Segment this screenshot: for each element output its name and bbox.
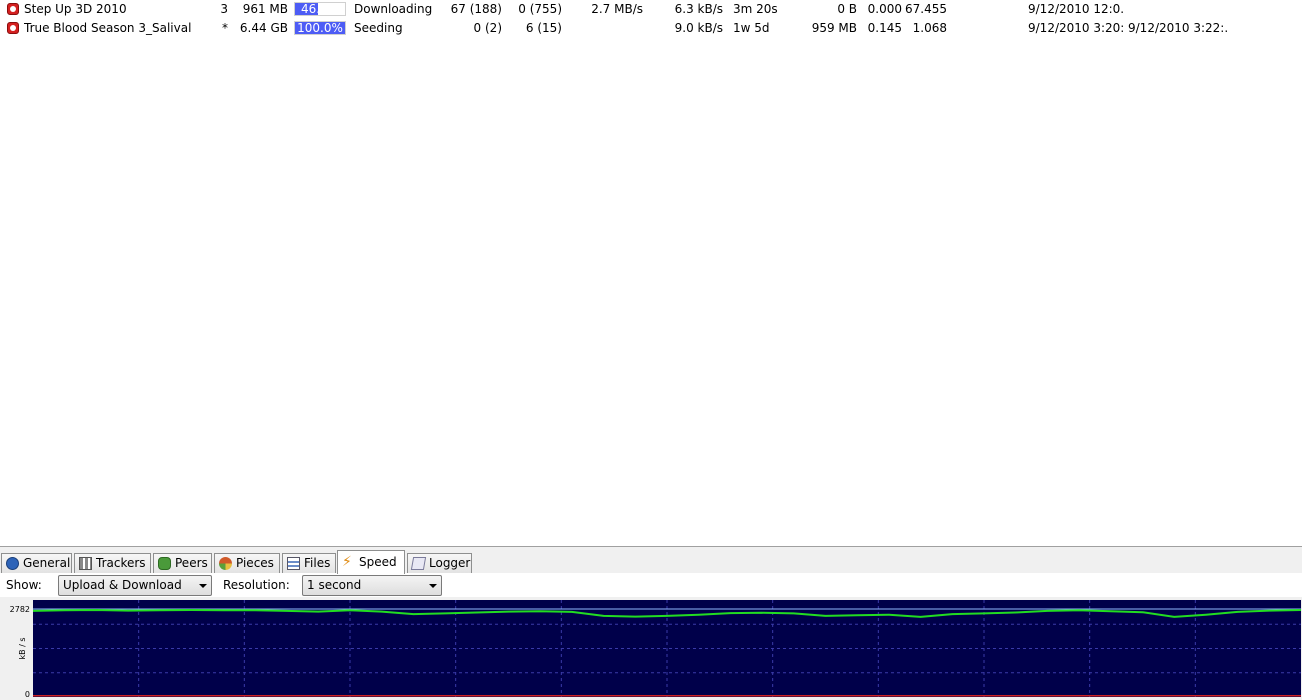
speed-graph-svg: 2782 0 kB / s xyxy=(10,600,1302,699)
tab-label: Peers xyxy=(175,556,208,570)
resolution-select-value: 1 second xyxy=(307,578,362,592)
torrent-added: 9/12/2010 12:0... xyxy=(1028,2,1123,16)
torrent-queue: 3 xyxy=(220,2,228,16)
chevron-down-icon xyxy=(429,584,437,588)
torrent-name: True Blood Season 3_Salival xyxy=(24,21,192,35)
torrent-up-speed: 9.0 kB/s xyxy=(674,21,723,35)
torrent-name: Step Up 3D 2010 xyxy=(24,2,127,16)
torrent-list[interactable]: Step Up 3D 2010 3 961 MB 46.7% Downloadi… xyxy=(0,0,1302,546)
y-axis-label: kB / s xyxy=(18,637,27,659)
speed-graph: 2782 0 kB / s xyxy=(0,597,1302,700)
tab-peers[interactable]: Peers xyxy=(153,553,212,573)
progress-bar: 100.0% xyxy=(294,21,346,35)
network-icon xyxy=(79,557,92,570)
torrent-availability: 1.068 xyxy=(912,21,947,35)
torrent-peers: 6 (15) xyxy=(525,21,562,35)
tab-files[interactable]: Files xyxy=(282,553,336,573)
torrent-seeds: 67 (188) xyxy=(450,2,502,16)
tab-label: Speed xyxy=(359,555,397,569)
downloading-status-icon xyxy=(7,3,19,15)
tab-speed[interactable]: ⚡ Speed xyxy=(337,550,405,574)
torrent-size: 961 MB xyxy=(242,2,288,16)
torrent-status: Downloading xyxy=(354,2,433,16)
tab-label: Trackers xyxy=(96,556,146,570)
torrent-peers: 0 (755) xyxy=(518,2,562,16)
pieces-icon xyxy=(219,557,232,570)
tab-trackers[interactable]: Trackers xyxy=(74,553,151,573)
files-icon xyxy=(287,557,300,570)
y-tick-max: 2782 xyxy=(10,605,30,614)
torrent-uploaded: 0 B xyxy=(837,2,857,16)
tab-label: Logger xyxy=(429,556,471,570)
resolution-select[interactable]: 1 second xyxy=(302,575,442,596)
logger-icon xyxy=(410,557,427,570)
torrent-queue: * xyxy=(222,21,228,35)
torrent-uploaded: 959 MB xyxy=(811,21,857,35)
progress-text: 100.0% xyxy=(297,21,343,35)
tab-general[interactable]: General xyxy=(1,553,72,573)
torrent-size: 6.44 GB xyxy=(239,21,288,35)
tab-label: General xyxy=(23,556,71,570)
torrent-ratio: 0.000 xyxy=(867,2,902,16)
y-tick-min: 0 xyxy=(25,690,30,699)
show-label: Show: xyxy=(6,578,42,592)
torrent-eta: 1w 5d xyxy=(733,21,770,35)
tab-pieces[interactable]: Pieces xyxy=(214,553,280,573)
peers-icon xyxy=(158,557,171,570)
torrent-eta: 3m 20s xyxy=(733,2,778,16)
torrent-seeds: 0 (2) xyxy=(473,21,502,35)
speed-controls: Show: Upload & Download Resolution: 1 se… xyxy=(0,573,1302,597)
torrent-status: Seeding xyxy=(354,21,403,35)
resolution-label: Resolution: xyxy=(223,578,290,592)
torrent-row[interactable]: Step Up 3D 2010 3 961 MB 46.7% Downloadi… xyxy=(0,0,1302,19)
torrent-availability: 67.455 xyxy=(905,2,947,16)
progress-bar: 46.7% xyxy=(294,2,346,16)
torrent-down-speed: 2.7 MB/s xyxy=(591,2,643,16)
seeding-status-icon xyxy=(7,22,19,34)
torrent-completed: 9/12/2010 3:22:... xyxy=(1128,21,1228,35)
info-icon xyxy=(6,557,19,570)
torrent-added: 9/12/2010 3:20:... xyxy=(1028,21,1123,35)
progress-text: 46.7% xyxy=(300,2,340,16)
lightning-icon: ⚡ xyxy=(342,554,352,570)
chevron-down-icon xyxy=(199,584,207,588)
details-tab-bar: General Trackers Peers Pieces Files ⚡ Sp… xyxy=(0,546,1302,574)
tab-label: Pieces xyxy=(236,556,274,570)
show-select[interactable]: Upload & Download xyxy=(58,575,212,596)
torrent-row[interactable]: True Blood Season 3_Salival * 6.44 GB 10… xyxy=(0,19,1302,38)
tab-label: Files xyxy=(304,556,331,570)
torrent-up-speed: 6.3 kB/s xyxy=(674,2,723,16)
torrent-ratio: 0.145 xyxy=(867,21,902,35)
show-select-value: Upload & Download xyxy=(63,578,182,592)
tab-logger[interactable]: Logger xyxy=(407,553,472,573)
